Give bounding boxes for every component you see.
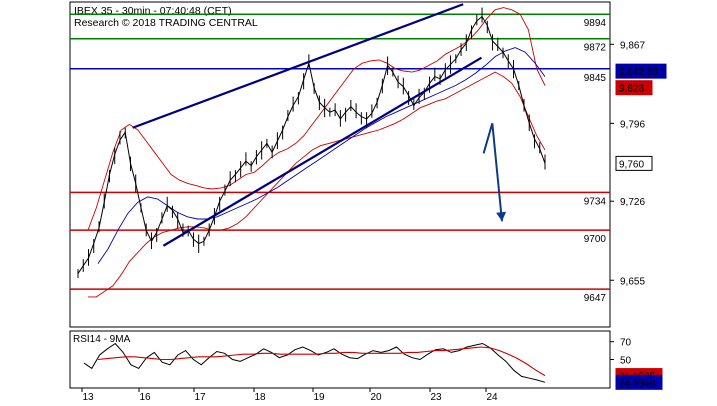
level-label-9647: 9647 [584,293,607,304]
level-label-9872: 9872 [584,43,607,54]
x-tick-label: 17 [194,392,206,403]
level-label-9845: 9845 [584,73,607,84]
chart-title: IBEX 35 - 30min - 07:40:48 (CET) [74,5,232,17]
price-y-tick-label: 9,655 [620,276,645,287]
chart-subtitle: Research © 2018 TRADING CENTRAL [74,17,258,29]
chart-root: IBEX 35 - 30min - 07:40:48 (CET) Researc… [0,0,717,406]
x-tick-label: 19 [313,392,325,403]
level-label-9734: 9734 [584,196,607,207]
value-box-label: 9,760 [619,159,644,170]
level-label-9700: 9700 [584,234,607,245]
rsi-label: RSI14 - 9MA [73,334,131,345]
rsi-y-tick-label: 50 [620,356,632,367]
x-tick-label: 18 [254,392,266,403]
price-y-tick-label: 9,867 [620,40,645,51]
level-label-9894: 9894 [584,18,607,29]
value-box-label: 9,828 [619,84,644,95]
x-tick-label: 13 [82,392,94,403]
x-tick-label: 20 [370,392,382,403]
chart-svg: IBEX 35 - 30min - 07:40:48 (CET) Researc… [0,0,717,406]
x-tick-label: 24 [486,392,498,403]
value-box-label: 9,842.88 [619,67,658,78]
price-y-tick-label: 9,796 [620,119,645,130]
rsi-y-tick-label: 70 [620,338,632,349]
price-y-tick-label: 9,726 [620,197,645,208]
rsi-value-box-label: 24.3849 [619,378,656,389]
x-tick-label: 23 [430,392,442,403]
x-tick-label: 16 [139,392,151,403]
